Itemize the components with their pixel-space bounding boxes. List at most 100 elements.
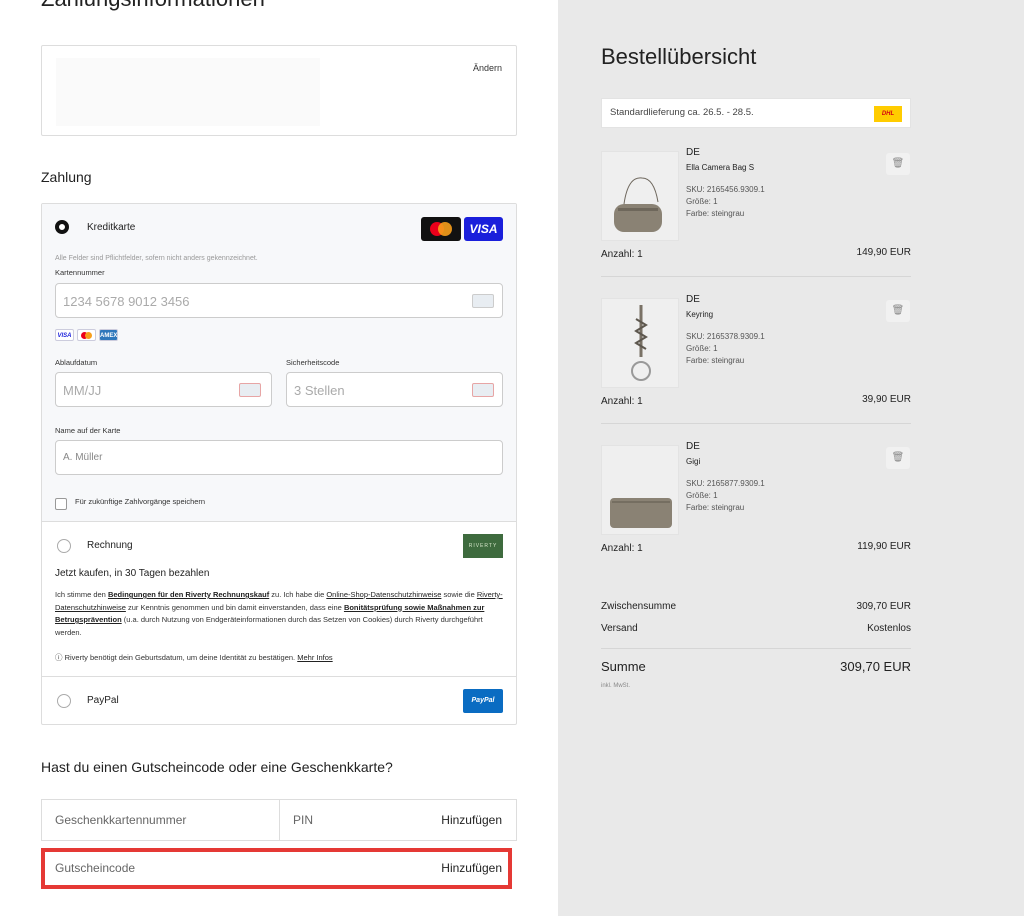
item-color: Farbe: steingrau	[686, 503, 745, 512]
terms-text: zur Kenntnis genommen und bin damit einv…	[125, 602, 344, 612]
pin-input[interactable]: PIN	[293, 813, 313, 827]
giftcard-input[interactable]: Geschenkkartennummer	[55, 813, 186, 827]
list-item: DE Ella Camera Bag S SKU: 2165456.9309.1…	[601, 147, 911, 281]
name-on-card-label: Name auf der Karte	[55, 426, 121, 435]
expiry-label: Ablaufdatum	[55, 358, 98, 367]
coupon-row: Gutscheincode Hinzufügen	[41, 848, 512, 889]
vat-note: inkl. MwSt.	[601, 683, 631, 689]
name-placeholder: A. Müller	[63, 452, 103, 463]
shipping-value: Kostenlos	[867, 623, 911, 634]
cvc-label: Sicherheitscode	[286, 358, 340, 367]
shipping-row: Versand Kostenlos	[601, 623, 911, 634]
item-quantity: Anzahl: 1	[601, 543, 643, 554]
credit-card-section: Kreditkarte VISA Alle Felder sind Pflich…	[42, 204, 516, 522]
product-image-wallet[interactable]	[601, 445, 679, 535]
info-icon: ⓘ	[55, 653, 65, 662]
paypal-radio[interactable]	[57, 694, 71, 708]
order-summary-panel: Bestellübersicht Standardlieferung ca. 2…	[558, 0, 1024, 916]
item-size: Größe: 1	[686, 197, 718, 206]
shipping-estimate: Standardlieferung ca. 26.5. - 28.5.	[610, 107, 754, 118]
item-color: Farbe: steingrau	[686, 356, 745, 365]
list-item: DE Keyring SKU: 2165378.9309.1 Größe: 1 …	[601, 294, 911, 428]
invoice-label[interactable]: Rechnung	[87, 540, 133, 551]
trash-icon[interactable]: 🗑	[886, 447, 910, 469]
visa-mini-icon: VISA	[55, 329, 74, 341]
total-label: Summe	[601, 659, 646, 674]
divider	[601, 648, 911, 649]
more-info-link[interactable]: Mehr Infos	[297, 653, 332, 662]
payment-panel: Zahlungsinformationen Ändern Zahlung Kre…	[0, 0, 558, 916]
item-quantity: Anzahl: 1	[601, 249, 643, 260]
trash-icon[interactable]: 🗑	[886, 300, 910, 322]
card-number-input[interactable]: 1234 5678 9012 3456	[55, 283, 503, 318]
riverty-terms-link[interactable]: Bedingungen für den Riverty Rechnungskau…	[108, 590, 269, 599]
cvc-placeholder: 3 Stellen	[294, 383, 345, 398]
item-price: 149,90 EUR	[856, 247, 911, 258]
card-number-label: Kartennummer	[55, 268, 105, 277]
invoice-headline: Jetzt kaufen, in 30 Tagen bezahlen	[55, 568, 210, 579]
mastercard-mini-icon	[77, 329, 96, 341]
card-icon	[472, 294, 494, 308]
change-address-link[interactable]: Ändern	[473, 63, 502, 73]
item-size: Größe: 1	[686, 491, 718, 500]
item-brand: DE	[686, 441, 700, 452]
address-box: Ändern	[41, 45, 517, 136]
item-color: Farbe: steingrau	[686, 209, 745, 218]
name-on-card-input[interactable]: A. Müller	[55, 440, 503, 475]
payment-title: Zahlung	[41, 169, 92, 185]
total-value: 309,70 EUR	[840, 659, 911, 674]
item-name: Keyring	[686, 310, 714, 319]
terms-text: Ich stimme den	[55, 590, 108, 599]
expiry-placeholder: MM/JJ	[63, 383, 102, 398]
visa-logo: VISA	[464, 217, 503, 241]
item-brand: DE	[686, 147, 700, 158]
giftcard-row: Geschenkkartennummer PIN Hinzufügen	[41, 799, 517, 841]
info-text: Riverty benötigt dein Geburtsdatum, um d…	[64, 653, 298, 662]
mastercard-logo	[421, 217, 461, 241]
item-name: Ella Camera Bag S	[686, 163, 755, 172]
payment-methods: Kreditkarte VISA Alle Felder sind Pflich…	[41, 203, 517, 725]
item-brand: DE	[686, 294, 700, 305]
item-sku: SKU: 2165378.9309.1	[686, 332, 765, 341]
required-note: Alle Felder sind Pflichtfelder, sofern n…	[55, 255, 258, 262]
list-item: DE Gigi SKU: 2165877.9309.1 Größe: 1 Far…	[601, 441, 911, 575]
item-sku: SKU: 2165877.9309.1	[686, 479, 765, 488]
expiry-input[interactable]: MM/JJ	[55, 372, 272, 407]
subtotal-row: Zwischensumme 309,70 EUR	[601, 601, 911, 612]
card-number-placeholder: 1234 5678 9012 3456	[63, 294, 190, 309]
riverty-logo: RIVERTY	[463, 534, 503, 558]
shipping-label: Versand	[601, 623, 638, 634]
terms-text: zu. Ich habe die	[269, 590, 327, 599]
coupon-input[interactable]: Gutscheincode	[55, 861, 135, 875]
accepted-cards: VISA AMEX	[55, 329, 121, 347]
amex-mini-icon: AMEX	[99, 329, 118, 341]
divider	[279, 800, 280, 840]
save-card-label[interactable]: Für zukünftige Zahlvorgänge speichern	[75, 497, 205, 506]
cvc-input[interactable]: 3 Stellen	[286, 372, 503, 407]
product-image-camera-bag[interactable]	[601, 151, 679, 241]
paypal-label[interactable]: PayPal	[87, 695, 119, 706]
order-summary-title: Bestellübersicht	[601, 44, 757, 69]
terms-text: sowie die	[441, 590, 477, 599]
card-expiry-icon	[239, 383, 261, 397]
shop-privacy-link[interactable]: Online-Shop-Datenschutzhinweise	[326, 590, 441, 599]
product-image-keyring[interactable]	[601, 298, 679, 388]
item-price: 39,90 EUR	[862, 394, 911, 405]
divider	[601, 423, 911, 424]
invoice-terms: Ich stimme den Bedingungen für den River…	[55, 589, 503, 639]
divider	[601, 276, 911, 277]
add-giftcard-button[interactable]: Hinzufügen	[441, 813, 502, 827]
save-card-checkbox[interactable]	[55, 498, 67, 510]
item-quantity: Anzahl: 1	[601, 396, 643, 407]
page-title: Zahlungsinformationen	[41, 0, 265, 12]
add-coupon-button[interactable]: Hinzufügen	[441, 861, 502, 875]
dhl-logo: DHL	[874, 106, 902, 122]
subtotal-label: Zwischensumme	[601, 601, 677, 612]
paypal-logo: PayPal	[463, 689, 503, 713]
subtotal-value: 309,70 EUR	[856, 601, 911, 612]
invoice-radio[interactable]	[57, 539, 71, 553]
credit-card-radio[interactable]	[55, 220, 69, 234]
trash-icon[interactable]: 🗑	[886, 153, 910, 175]
item-name: Gigi	[686, 457, 701, 466]
credit-card-label[interactable]: Kreditkarte	[87, 222, 135, 233]
